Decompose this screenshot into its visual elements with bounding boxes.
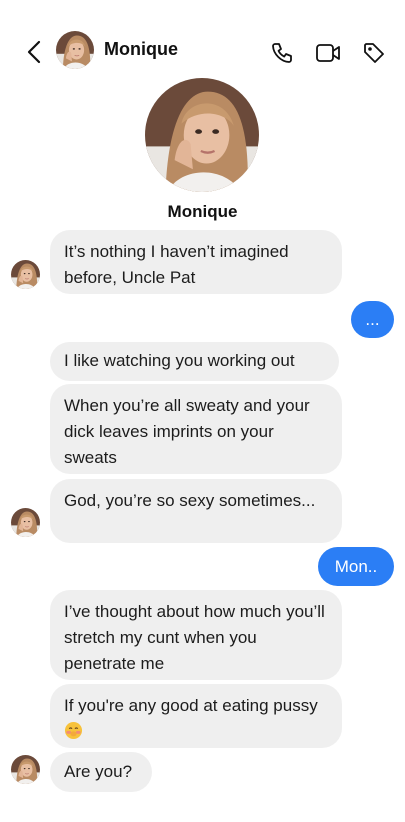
video-icon [316,44,340,62]
message-incoming[interactable]: It’s nothing I haven’t imagined before, … [50,230,342,294]
sender-avatar[interactable] [11,508,40,537]
message-text: If you're any good at eating pussy [64,696,318,715]
message-incoming[interactable]: I’ve thought about how much you’ll stret… [50,590,342,680]
back-icon [27,40,41,64]
message-incoming[interactable]: Are you? [50,752,152,792]
header-avatar[interactable] [56,31,94,69]
message-incoming[interactable]: God, you’re so sexy sometimes... [50,479,342,543]
sender-avatar[interactable] [11,260,40,289]
message-incoming[interactable]: I like watching you working out [50,342,339,381]
message-incoming[interactable]: If you're any good at eating pussy [50,684,342,748]
call-button[interactable] [269,40,295,66]
tag-button[interactable] [361,40,387,66]
header-contact-name[interactable]: Monique [104,39,178,60]
sender-avatar[interactable] [11,755,40,784]
back-button[interactable] [22,38,46,66]
phone-icon [272,43,292,63]
message-outgoing[interactable]: ... [351,301,394,338]
tag-icon [364,43,384,63]
video-call-button[interactable] [315,40,341,66]
message-incoming[interactable]: When you’re all sweaty and your dick lea… [50,384,342,474]
profile-avatar[interactable] [145,78,259,192]
message-outgoing[interactable]: Mon.. [318,547,394,586]
blushing-face-emoji [64,721,83,740]
profile-name: Monique [167,202,238,221]
